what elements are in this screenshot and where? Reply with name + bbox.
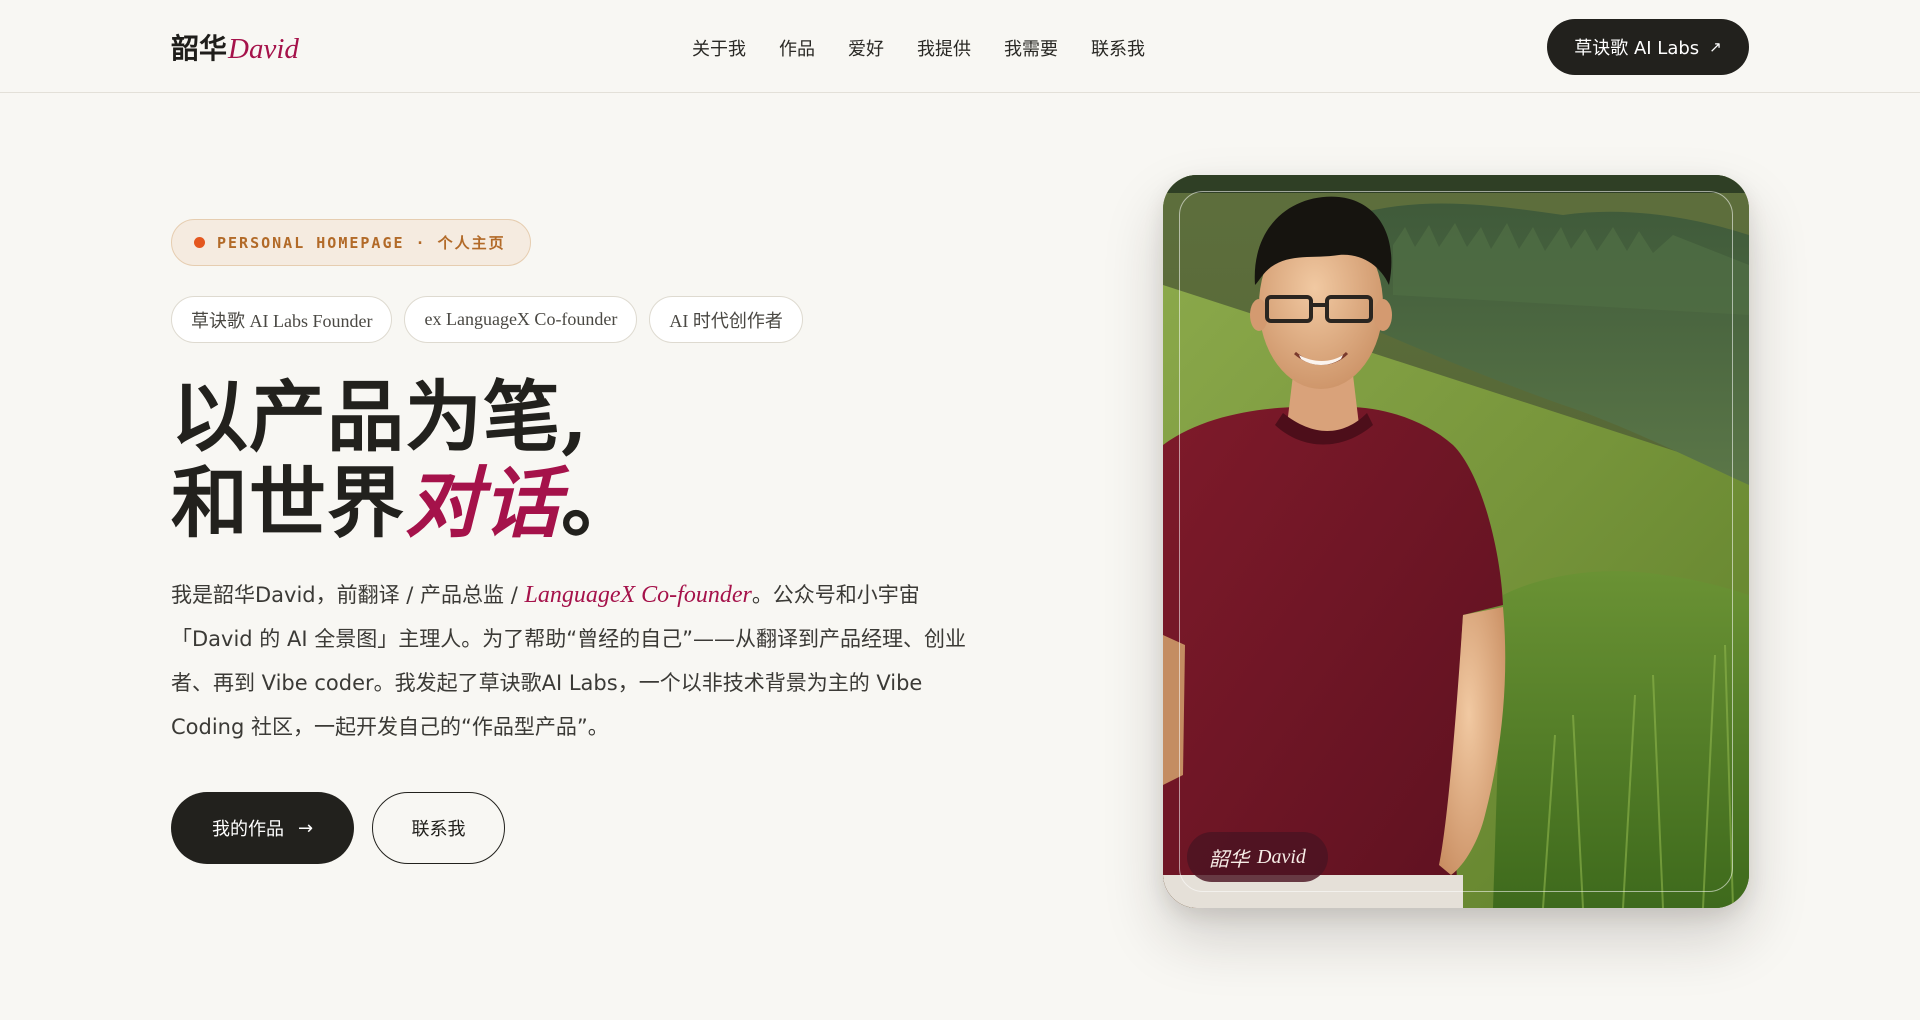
hero-headline: 以产品为笔, 和世界对话。 [171, 375, 639, 547]
nav-item-offer[interactable]: 我提供 [917, 33, 971, 63]
nav-item-hobbies[interactable]: 爱好 [848, 33, 884, 63]
labs-link-button[interactable]: 草诀歌 AI Labs ↗ [1547, 19, 1749, 75]
headline-accent: 对话 [405, 459, 561, 549]
contact-me-button[interactable]: 联系我 [372, 792, 505, 864]
main-nav: 关于我 作品 爱好 我提供 我需要 联系我 [692, 33, 1145, 63]
nav-item-needs[interactable]: 我需要 [1004, 33, 1058, 63]
headline-line-1: 以产品为笔, [171, 373, 589, 463]
portrait-photo [1163, 175, 1749, 908]
nav-item-about[interactable]: 关于我 [692, 33, 746, 63]
brand-name-en: David [228, 33, 299, 65]
external-link-icon: ↗ [1709, 38, 1722, 56]
site-header: 韶华David 关于我 作品 爱好 我提供 我需要 联系我 草诀歌 AI Lab… [0, 0, 1920, 93]
brand-name-cn: 韶华 [171, 32, 228, 65]
tag-creator: AI 时代创作者 [649, 296, 803, 343]
labs-button-label: 草诀歌 AI Labs [1574, 38, 1700, 59]
caption-name-en: David [1257, 845, 1306, 868]
caption-name-cn: 韶华 [1209, 848, 1249, 871]
my-works-label: 我的作品 [211, 819, 284, 840]
tag-cofounder: ex LanguageX Co-founder [404, 296, 638, 343]
headline-line-2-suffix: 。 [561, 459, 639, 549]
nav-item-contact[interactable]: 联系我 [1091, 33, 1145, 63]
headline-line-2-prefix: 和世界 [171, 459, 405, 549]
my-works-button[interactable]: 我的作品 → [171, 792, 354, 864]
hero-intro: 我是韶华David，前翻译 / 产品总监 / LanguageX Co-foun… [171, 573, 1001, 749]
status-dot-icon [194, 237, 205, 248]
intro-company-link: LanguageX Co-founder [524, 582, 752, 608]
eyebrow-text: PERSONAL HOMEPAGE · 个人主页 [217, 234, 506, 252]
nav-item-works[interactable]: 作品 [779, 33, 815, 63]
portrait-card: 韶华 David [1163, 175, 1749, 908]
contact-me-label: 联系我 [411, 819, 466, 840]
brand-logo[interactable]: 韶华David [171, 27, 299, 67]
eyebrow-badge: PERSONAL HOMEPAGE · 个人主页 [171, 219, 531, 266]
tag-founder: 草诀歌 AI Labs Founder [171, 296, 393, 343]
arrow-right-icon: → [297, 817, 314, 839]
portrait-caption: 韶华 David [1187, 832, 1328, 882]
role-tags: 草诀歌 AI Labs Founder ex LanguageX Co-foun… [171, 296, 803, 343]
intro-text-1: 我是韶华David，前翻译 / 产品总监 / [171, 583, 525, 607]
